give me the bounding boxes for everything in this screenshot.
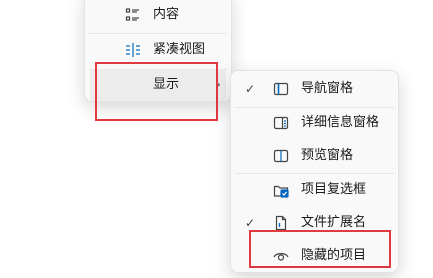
menu-item-preview-pane[interactable]: 预览窗格: [231, 140, 398, 172]
details-pane-icon: [273, 115, 289, 131]
menu-item-label: 项目复选框: [301, 182, 367, 197]
navigation-pane-icon: [273, 81, 289, 97]
item-checkbox-icon: [273, 182, 289, 198]
highlight-box-show: [95, 62, 218, 121]
menu-item-item-checkboxes[interactable]: 项目复选框: [231, 174, 398, 206]
highlight-box-hidden-items: [249, 230, 391, 268]
menu-item-navigation-pane[interactable]: ✓ 导航窗格: [231, 73, 398, 105]
preview-pane-icon: [273, 148, 289, 164]
menu-item-label: 导航窗格: [301, 81, 354, 96]
menu-item-label: 预览窗格: [301, 148, 354, 163]
checkmark-icon: ✓: [245, 82, 256, 96]
menu-item-details-pane[interactable]: 详细信息窗格: [231, 107, 398, 139]
menu-item-label: 内容: [153, 7, 180, 22]
list-details-icon: [125, 7, 141, 23]
menu-item-label: 详细信息窗格: [301, 115, 380, 130]
compact-view-icon: [125, 42, 141, 58]
menu-item-content[interactable]: 内容: [85, 0, 231, 31]
file-extension-icon: [273, 215, 289, 231]
